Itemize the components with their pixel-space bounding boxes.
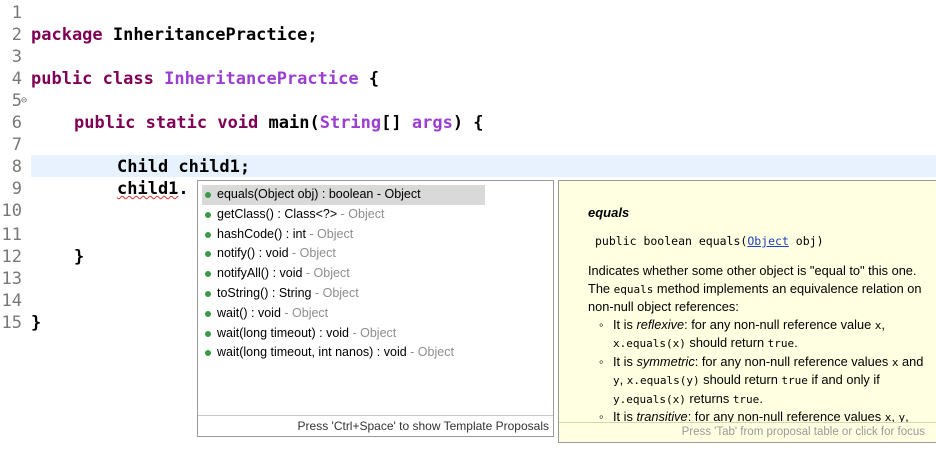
- keyword: void: [217, 113, 259, 133]
- doc-code: y.equals(x): [613, 392, 686, 406]
- doc-signature-text: obj): [788, 234, 824, 248]
- proposal-signature: notify() : void: [217, 246, 289, 261]
- doc-text: returns: [685, 390, 733, 406]
- code-text: {: [358, 69, 380, 89]
- public-method-icon: [205, 251, 211, 258]
- code-line[interactable]: package InheritancePractice;: [0, 2, 936, 45]
- proposal-item-notify[interactable]: notify() : void - Object: [198, 244, 553, 264]
- doc-text: should return: [699, 372, 782, 387]
- code-text: InheritancePractice;: [102, 25, 318, 45]
- code-text: ) {: [452, 113, 484, 133]
- error-underlined-token: child1: [117, 179, 179, 199]
- doc-code: true: [732, 392, 760, 406]
- doc-bullet-list: It is reflexive: for any non-null refere…: [588, 316, 933, 427]
- proposal-owner: - Object: [349, 325, 397, 340]
- doc-text: ,: [619, 372, 627, 387]
- keyword: class: [102, 69, 154, 89]
- code-text: .: [178, 179, 189, 199]
- proposal-item-getclass[interactable]: getClass() : Class<?> - Object: [198, 205, 553, 225]
- doc-code: true: [767, 337, 795, 350]
- keyword: public: [74, 113, 136, 133]
- object-type-link[interactable]: Object: [747, 234, 789, 248]
- proposal-signature: wait(long timeout, int nanos) : void: [217, 345, 407, 360]
- proposal-owner: - Object: [337, 206, 385, 221]
- proposal-item-hashcode[interactable]: hashCode() : int - Object: [198, 225, 553, 245]
- doc-text: ,: [881, 316, 885, 332]
- public-method-icon: [205, 330, 211, 337]
- proposal-signature: wait(long timeout) : void: [217, 325, 350, 340]
- proposal-signature: hashCode() : int: [217, 226, 306, 241]
- proposal-signature: equals(Object obj) : boolean: [217, 187, 374, 201]
- proposal-item-wait-timeout-nanos[interactable]: wait(long timeout, int nanos) : void - O…: [198, 343, 553, 363]
- doc-code: x.equals(y): [626, 374, 700, 387]
- doc-signature-text: public boolean equals(: [595, 234, 748, 248]
- proposal-item-wait[interactable]: wait() : void - Object: [198, 304, 553, 324]
- code-line[interactable]: Child child1;: [0, 134, 936, 177]
- javadoc-footer-hint: Press 'Tab' from proposal table or click…: [559, 422, 936, 442]
- proposal-owner: - Object: [373, 187, 421, 201]
- code-text: }: [74, 247, 85, 267]
- keyword: static: [145, 113, 208, 133]
- code-text: main(: [258, 113, 320, 133]
- proposal-list[interactable]: equals(Object obj) : boolean - Object ge…: [198, 181, 553, 414]
- proposal-signature: getClass() : Class<?>: [217, 206, 338, 221]
- class-name: InheritancePractice: [164, 69, 359, 89]
- javadoc-popup[interactable]: equals public boolean equals(Object obj)…: [558, 180, 936, 443]
- proposal-footer-hint: Press 'Ctrl+Space' to show Template Prop…: [198, 415, 553, 436]
- keyword: package: [31, 25, 103, 45]
- proposal-signature: notifyAll() : void: [217, 266, 303, 281]
- code-text: }: [31, 313, 42, 333]
- proposal-owner: - Object: [311, 285, 359, 300]
- doc-text: should return: [685, 335, 768, 350]
- public-method-icon: [205, 271, 211, 278]
- doc-code: x.equals(x): [613, 337, 686, 350]
- doc-code: y: [613, 374, 620, 387]
- doc-bullet-symmetric: It is symmetric: for any non-null refere…: [599, 353, 933, 409]
- doc-text: .: [794, 335, 798, 350]
- doc-text: .: [759, 390, 763, 406]
- code-line[interactable]: public static void main(String[] args) {: [0, 90, 936, 133]
- doc-code: true: [781, 374, 808, 387]
- doc-text: and: [898, 353, 924, 369]
- proposal-item-tostring[interactable]: toString() : String - Object: [198, 284, 553, 304]
- proposal-owner: - Object: [280, 305, 329, 320]
- proposal-signature: toString() : String: [217, 285, 312, 300]
- doc-bullet-reflexive: It is reflexive: for any non-null refere…: [599, 316, 933, 353]
- public-method-icon: [205, 310, 211, 317]
- proposal-owner: - Object: [305, 226, 354, 241]
- content-assist-popup[interactable]: equals(Object obj) : boolean - Object ge…: [197, 180, 554, 437]
- proposal-owner: - Object: [406, 345, 454, 360]
- public-method-icon: [205, 192, 211, 198]
- proposal-owner: - Object: [302, 266, 350, 281]
- doc-signature: public boolean equals(Object obj): [595, 234, 933, 248]
- parameter-name: args: [411, 113, 453, 133]
- keyword: public: [31, 69, 93, 89]
- proposal-owner: - Object: [288, 246, 336, 261]
- doc-emphasis: reflexive: [636, 316, 685, 332]
- doc-text: : for any non-null reference value: [684, 316, 875, 332]
- proposal-item-wait-timeout[interactable]: wait(long timeout) : void - Object: [198, 324, 553, 344]
- public-method-icon: [205, 350, 211, 357]
- doc-code: equals: [613, 282, 654, 296]
- code-text: []: [381, 113, 412, 133]
- doc-emphasis: symmetric: [636, 353, 695, 369]
- proposal-item-equals[interactable]: equals(Object obj) : boolean - Object: [202, 185, 485, 205]
- public-method-icon: [205, 290, 211, 297]
- type-name: String: [319, 113, 382, 133]
- doc-text: It is: [613, 353, 637, 369]
- doc-description: Indicates whether some other object is "…: [588, 262, 933, 316]
- proposal-item-notifyall[interactable]: notifyAll() : void - Object: [198, 264, 553, 284]
- proposal-signature: wait() : void: [217, 305, 281, 320]
- code-line[interactable]: public class InheritancePractice {: [0, 46, 936, 89]
- public-method-icon: [205, 211, 211, 218]
- doc-title: equals: [588, 205, 630, 220]
- doc-text: : for any non-null reference values: [694, 353, 892, 369]
- code-line[interactable]: child1.: [0, 156, 936, 199]
- doc-text: if and only if: [807, 372, 880, 387]
- doc-text: It is: [613, 316, 637, 332]
- public-method-icon: [205, 231, 211, 238]
